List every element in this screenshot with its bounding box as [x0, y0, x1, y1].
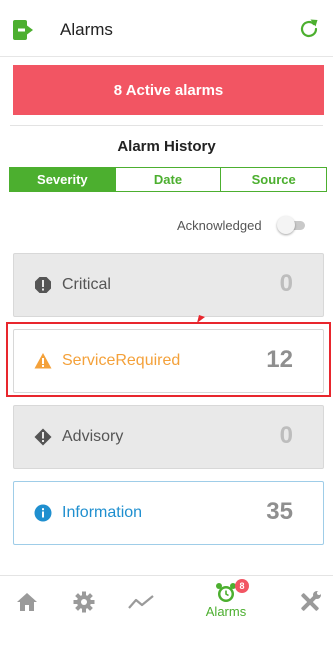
- page-title: Alarms: [60, 20, 113, 39]
- refresh-icon[interactable]: [297, 17, 321, 41]
- gear-icon[interactable]: [73, 591, 95, 613]
- advisory-count: 0: [279, 422, 293, 449]
- highlight-box: [6, 322, 331, 397]
- critical-card[interactable]: Critical 0: [13, 253, 324, 317]
- advisory-label: Advisory: [62, 428, 124, 445]
- alarm-count-badge: 8: [235, 579, 249, 593]
- tab-severity[interactable]: Severity: [10, 168, 115, 191]
- toggle-knob: [277, 216, 295, 234]
- information-count: 35: [266, 498, 293, 525]
- tab-source[interactable]: Source: [220, 168, 326, 191]
- information-label: Information: [62, 504, 143, 521]
- trend-icon[interactable]: [128, 594, 154, 610]
- critical-label: Critical: [62, 276, 111, 293]
- nav-alarms-label: Alarms: [205, 604, 247, 619]
- acknowledged-toggle[interactable]: [277, 216, 305, 234]
- tab-date[interactable]: Date: [114, 168, 221, 191]
- bottom-nav: Alarms 8: [0, 575, 333, 631]
- alarm-clock-icon: [216, 583, 236, 602]
- history-tabs: Severity Date Source: [9, 167, 327, 192]
- active-alarms-banner[interactable]: 8 Active alarms: [13, 65, 324, 115]
- information-card[interactable]: Information 35: [13, 481, 324, 545]
- exit-icon[interactable]: [12, 19, 34, 41]
- info-icon: [34, 504, 52, 522]
- home-icon[interactable]: [16, 592, 38, 612]
- alarm-history-title: Alarm History: [117, 138, 216, 155]
- app-header: Alarms: [0, 0, 333, 57]
- advisory-card[interactable]: Advisory 0: [13, 405, 324, 469]
- critical-count: 0: [279, 270, 293, 297]
- critical-icon: [35, 277, 51, 293]
- divider: [10, 125, 323, 126]
- pointer-arrow-icon: [197, 315, 205, 323]
- advisory-icon: [34, 428, 52, 446]
- acknowledged-label: Acknowledged: [177, 218, 262, 233]
- tools-icon[interactable]: [298, 591, 322, 613]
